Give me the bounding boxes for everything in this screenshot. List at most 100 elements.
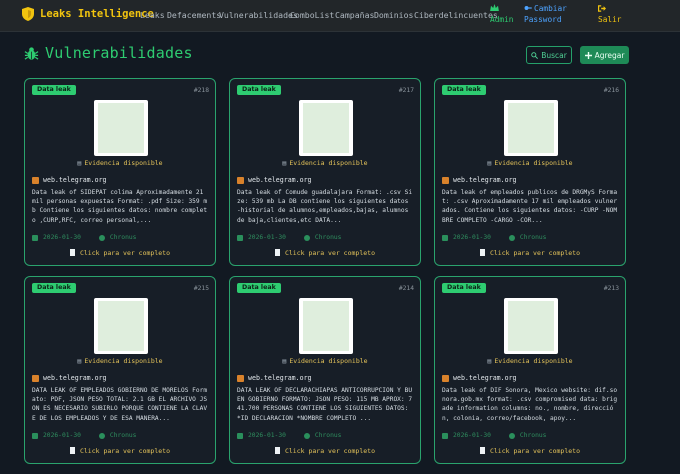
change-password-link[interactable]: Cambiar Password	[523, 3, 575, 29]
view-full-link[interactable]: Click para ver completo	[230, 249, 420, 257]
evidence-image	[303, 103, 349, 153]
card-id: #213	[603, 285, 619, 292]
source: web.telegram.org	[32, 176, 107, 184]
card-description: Data leak of empleados publicos de DRGMy…	[442, 189, 618, 224]
calendar-icon	[32, 432, 38, 439]
evidence-thumbnail[interactable]	[94, 100, 148, 156]
view-full-label: Click para ver completo	[489, 249, 580, 257]
vulnerability-card[interactable]: Data leak #216 ▤ Evidencia disponible web…	[434, 78, 626, 266]
calendar-icon	[237, 234, 243, 241]
source: web.telegram.org	[442, 374, 517, 382]
evidence-thumbnail[interactable]	[504, 298, 558, 354]
card-description: DATA LEAK OF EMPLEADOS GOBIERNO DE MOREL…	[32, 387, 208, 422]
view-full-link[interactable]: Click para ver completo	[435, 249, 625, 257]
card-description: Data leak of SIDEPAT colima Aproximadame…	[32, 189, 208, 224]
nav-link-combolist[interactable]: ComboList	[290, 10, 334, 20]
type-badge: Data leak	[32, 85, 76, 95]
card-date: 2026-01-30	[248, 234, 286, 241]
card-meta: 2026-01-30 Chronus	[237, 432, 341, 439]
evidence-thumbnail[interactable]	[94, 298, 148, 354]
evidence-label: Evidencia disponible	[494, 159, 573, 167]
card-id: #217	[398, 87, 414, 94]
user-icon	[303, 432, 310, 439]
nav-link-dominios[interactable]: Dominios	[374, 10, 413, 20]
user-icon	[508, 432, 515, 439]
bug-icon	[24, 46, 39, 60]
logout-icon	[598, 5, 606, 12]
card-author: Chronus	[314, 234, 342, 241]
nav-link-vulnerabilidades[interactable]: Vulnerabilidades	[219, 10, 298, 20]
view-full-link[interactable]: Click para ver completo	[230, 447, 420, 455]
source-domain: web.telegram.org	[453, 374, 517, 382]
card-description: Data leak of Comude guadalajara Format: …	[237, 189, 413, 224]
page-title-text: Vulnerabilidades	[45, 44, 193, 62]
view-full-link[interactable]: Click para ver completo	[435, 447, 625, 455]
view-full-link[interactable]: Click para ver completo	[25, 249, 215, 257]
vulnerability-card[interactable]: Data leak #214 ▤ Evidencia disponible web…	[229, 276, 421, 464]
calendar-icon	[32, 234, 38, 241]
evidence-thumbnail[interactable]	[299, 100, 353, 156]
nav-link-campanas[interactable]: Campañas	[335, 10, 374, 20]
card-author: Chronus	[519, 432, 547, 439]
card-date: 2026-01-30	[453, 432, 491, 439]
document-icon: ▤	[77, 159, 82, 167]
view-full-label: Click para ver completo	[284, 249, 375, 257]
evidence-label: Evidencia disponible	[494, 357, 573, 365]
source-domain: web.telegram.org	[43, 176, 107, 184]
user-icon	[508, 234, 515, 241]
evidence-thumbnail[interactable]	[504, 100, 558, 156]
key-icon	[524, 6, 532, 10]
card-date: 2026-01-30	[453, 234, 491, 241]
vulnerability-card[interactable]: Data leak #215 ▤ Evidencia disponible web…	[24, 276, 216, 464]
view-full-label: Click para ver completo	[489, 447, 580, 455]
admin-link[interactable]: Admin	[488, 4, 516, 28]
vulnerability-card[interactable]: Data leak #218 ▤ Evidencia disponible web…	[24, 78, 216, 266]
type-badge: Data leak	[442, 283, 486, 293]
evidence-image	[508, 103, 554, 153]
source-icon	[237, 176, 244, 184]
search-button[interactable]: Buscar	[526, 46, 572, 64]
user-icon	[98, 234, 105, 241]
vulnerability-card[interactable]: Data leak #217 ▤ Evidencia disponible web…	[229, 78, 421, 266]
source: web.telegram.org	[237, 374, 312, 382]
card-author: Chronus	[519, 234, 547, 241]
search-icon	[531, 51, 539, 59]
brand[interactable]: Leaks Intelligence	[22, 7, 154, 21]
card-date: 2026-01-30	[43, 234, 81, 241]
evidence-thumbnail[interactable]	[299, 298, 353, 354]
type-badge: Data leak	[32, 283, 76, 293]
add-button[interactable]: Agregar	[580, 46, 629, 64]
evidence-status: ▤ Evidencia disponible	[230, 357, 420, 365]
page-icon	[479, 249, 485, 256]
card-description: Data leak of DIF Sonora, Mexico website:…	[442, 387, 618, 422]
brand-name: Leaks Intelligence	[40, 8, 154, 20]
vulnerability-card[interactable]: Data leak #213 ▤ Evidencia disponible web…	[434, 276, 626, 464]
user-icon	[98, 432, 105, 439]
calendar-icon	[237, 432, 243, 439]
document-icon: ▤	[77, 357, 82, 365]
type-badge: Data leak	[442, 85, 486, 95]
nav-link-ciberdelincuentes[interactable]: Ciberdelincuentes	[414, 10, 498, 20]
evidence-label: Evidencia disponible	[84, 159, 163, 167]
nav-link-defacements[interactable]: Defacements	[167, 10, 221, 20]
card-date: 2026-01-30	[248, 432, 286, 439]
card-meta: 2026-01-30 Chronus	[32, 432, 136, 439]
plus-icon	[584, 51, 592, 59]
type-badge: Data leak	[237, 85, 281, 95]
nav-link-leaks[interactable]: Leaks	[140, 10, 165, 20]
document-icon: ▤	[282, 357, 287, 365]
card-id: #215	[193, 285, 209, 292]
view-full-label: Click para ver completo	[79, 249, 170, 257]
view-full-label: Click para ver completo	[284, 447, 375, 455]
logout-label: Salir	[598, 15, 622, 24]
change-password-label-line1: Cambiar	[534, 4, 567, 13]
view-full-link[interactable]: Click para ver completo	[25, 447, 215, 455]
admin-icon	[490, 4, 499, 11]
shield-icon	[22, 7, 34, 21]
page-icon	[69, 447, 75, 454]
evidence-label: Evidencia disponible	[84, 357, 163, 365]
card-author: Chronus	[109, 234, 137, 241]
logout-link[interactable]: Salir	[596, 3, 622, 29]
change-password-label-line2: Password	[524, 15, 562, 24]
page-icon	[69, 249, 75, 256]
